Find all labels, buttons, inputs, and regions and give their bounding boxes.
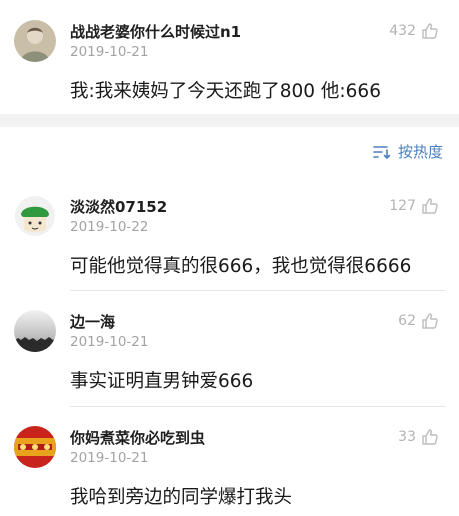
like-button[interactable]: 127 [389,195,439,217]
comment-text: 事实证明直男钟爱666 [70,371,254,392]
sort-icon [373,145,391,159]
comment-item: 你妈煮菜你必吃到虫 2019-10-21 33 我哈到旁边的同学爆打我头 [0,407,459,516]
thumbs-up-icon [422,429,438,445]
comment-date: 2019-10-22 [70,219,149,235]
username[interactable]: 战战老婆你什么时候过n1 [70,21,241,42]
comment-text: 我哈到旁边的同学爆打我头 [70,487,293,508]
username[interactable]: 边一海 [70,311,115,332]
like-count: 127 [389,198,416,214]
comment-item: 战战老婆你什么时候过n1 2019-10-21 432 我:我来姨妈了今天还跑了… [0,0,459,114]
comment-text: 我:我来姨妈了今天还跑了800 他:666 [70,81,381,102]
like-button[interactable]: 33 [398,426,439,448]
comment-date: 2019-10-21 [70,450,149,466]
like-button[interactable]: 62 [398,310,439,332]
thumbs-up-icon [422,198,438,214]
thumbs-up-icon [422,23,438,39]
sort-button[interactable]: 按热度 [372,141,443,162]
like-count: 62 [398,313,416,329]
avatar[interactable] [14,310,56,352]
username[interactable]: 淡淡然07152 [70,196,167,217]
thumbs-up-icon [422,313,438,329]
comment-date: 2019-10-21 [70,44,149,60]
comment-text: 可能他觉得真的很666，我也觉得很6666 [70,256,412,277]
comment-item: 边一海 2019-10-21 62 事实证明直男钟爱666 [0,291,459,406]
like-button[interactable]: 432 [389,20,439,42]
comment-item: 淡淡然07152 2019-10-22 127 可能他觉得真的很666，我也觉得… [0,180,459,290]
avatar[interactable] [14,426,56,468]
username[interactable]: 你妈煮菜你必吃到虫 [70,427,205,448]
comment-date: 2019-10-21 [70,334,149,350]
like-count: 432 [389,23,416,39]
avatar[interactable] [14,195,56,237]
avatar[interactable] [14,20,56,62]
sort-label: 按热度 [397,143,443,161]
section-separator [0,114,459,127]
like-count: 33 [398,429,416,445]
